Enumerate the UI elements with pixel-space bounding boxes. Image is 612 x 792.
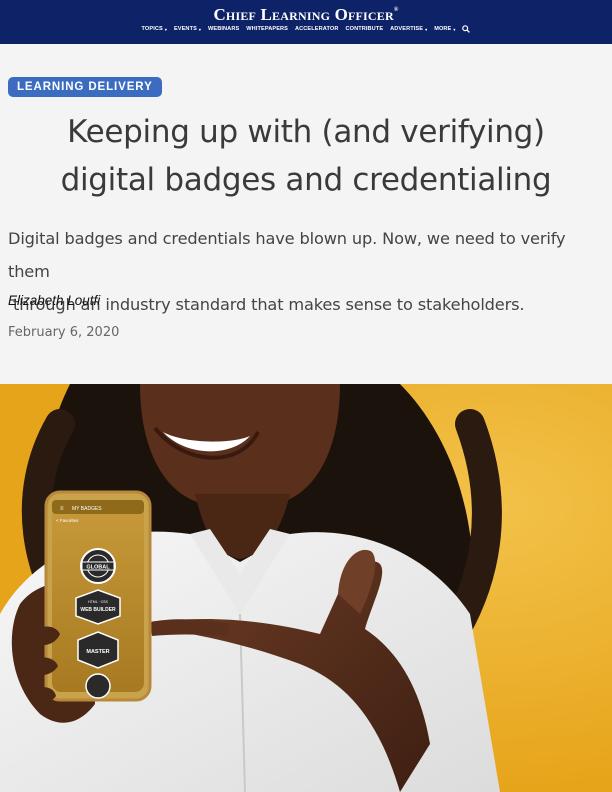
site-header: Chief Learning Officer® TOPICS ▾ EVENTS ▾ WE…: [0, 0, 612, 44]
chevron-down-icon: ▾: [453, 26, 456, 32]
nav-item-events[interactable]: EVENTS ▾: [174, 26, 201, 32]
nav-item-label: MORE: [434, 26, 452, 32]
phone: ≡ MY BADGES < Favorites GLOBAL HTML · CS…: [44, 490, 152, 702]
phone-badge-web-builder: WEB BUILDER: [80, 607, 116, 613]
phone-badge-global: GLOBAL: [86, 565, 110, 571]
chevron-down-icon: ▾: [198, 26, 202, 32]
phone-badge-master: MASTER: [86, 649, 109, 655]
category-badge[interactable]: LEARNING DELIVERY: [8, 77, 162, 97]
nav-item-advertise[interactable]: ADVERTISE ▾: [390, 26, 427, 32]
main-nav: TOPICS ▾ EVENTS ▾ WEBINARS WHITEPAPERS ACCELER…: [0, 25, 612, 33]
phone-subheader: < Favorites: [56, 518, 79, 523]
nav-item-label: WHITEPAPERS: [246, 26, 289, 32]
chevron-down-icon: ▾: [164, 26, 167, 32]
nav-item-label: EVENTS: [173, 26, 197, 32]
nav-item-label: TOPICS: [141, 26, 163, 32]
search-icon[interactable]: [462, 25, 471, 33]
article-title-line-2: digital badges and credentialing: [60, 162, 552, 198]
hero-illustration: ≡ MY BADGES < Favorites GLOBAL HTML · CS…: [0, 384, 612, 792]
nav-item-whitepapers[interactable]: WHITEPAPERS: [246, 26, 288, 32]
nav-item-webinars[interactable]: WEBINARS: [208, 26, 239, 32]
chevron-down-icon: ▾: [425, 26, 428, 32]
nav-item-label: CONTRIBUTE: [345, 26, 384, 32]
article-title-line-1: Keeping up with (and verifying): [67, 114, 545, 150]
nav-item-label: WEBINARS: [208, 26, 240, 32]
phone-header: MY BADGES: [72, 506, 102, 512]
nav-item-accelerator[interactable]: ACCELERATOR: [295, 26, 338, 32]
nav-item-more[interactable]: MORE ▾: [434, 26, 455, 32]
site-logo-text: Chief Learning Officer: [213, 5, 394, 24]
site-logo[interactable]: Chief Learning Officer®: [0, 5, 612, 25]
phone-menu-icon: ≡: [60, 506, 64, 512]
hero-image: ≡ MY BADGES < Favorites GLOBAL HTML · CS…: [0, 384, 612, 792]
publish-date: February 6, 2020: [8, 325, 120, 340]
trademark-mark: ®: [393, 7, 399, 13]
phone-badge-web-builder-small: HTML · CSS: [88, 600, 108, 604]
nav-item-label: ACCELERATOR: [295, 26, 339, 32]
nav-item-contribute[interactable]: CONTRIBUTE: [345, 26, 383, 32]
author-byline[interactable]: Elizabeth Loutfi: [8, 293, 100, 308]
article-title: Keeping up with (and verifying) digital …: [0, 108, 612, 204]
nav-item-label: ADVERTISE: [390, 26, 424, 32]
article-dek-line-1: Digital badges and credentials have blow…: [8, 229, 566, 281]
nav-item-topics[interactable]: TOPICS ▾: [142, 26, 167, 32]
